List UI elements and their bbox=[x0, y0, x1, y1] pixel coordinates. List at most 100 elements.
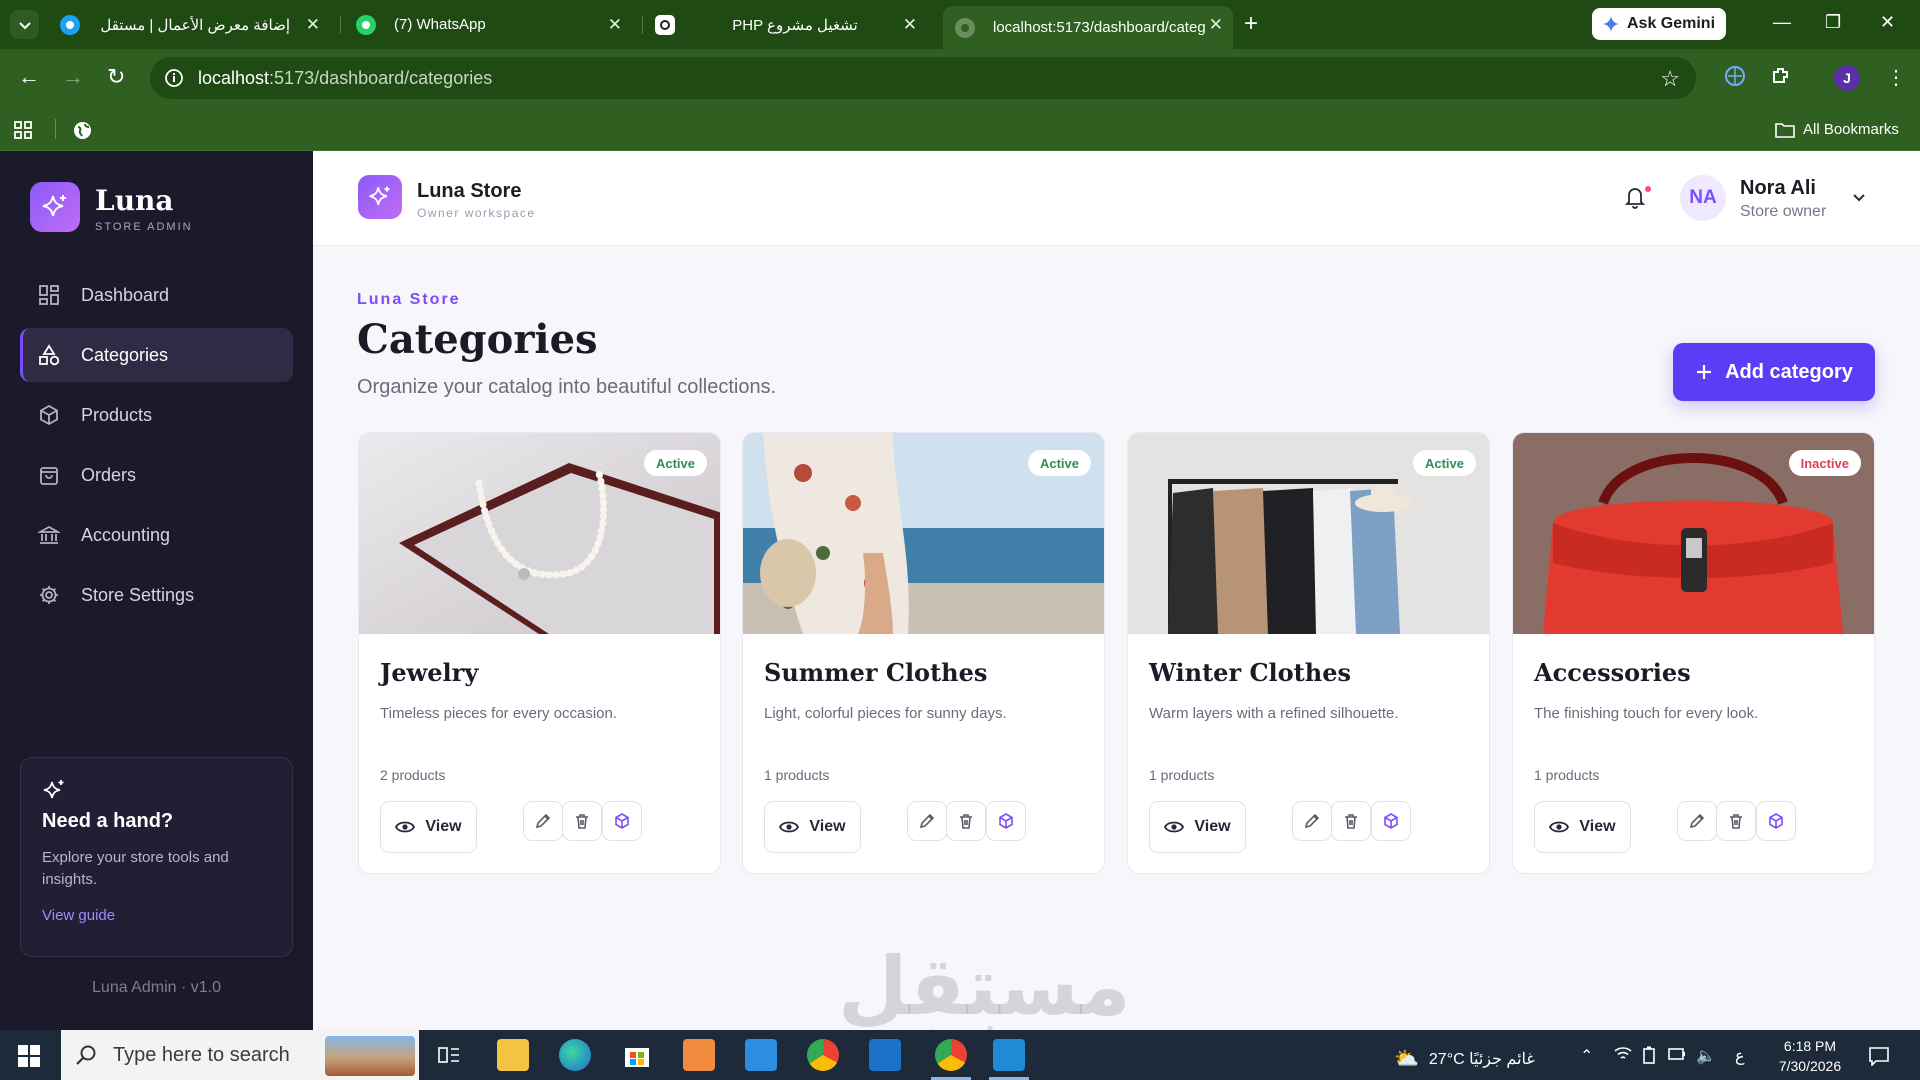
sidebar-item-label: Store Settings bbox=[81, 584, 195, 605]
browser-tab-active[interactable]: localhost:5173/dashboard/categ ✕ bbox=[943, 6, 1233, 49]
windows-start-icon[interactable] bbox=[18, 1045, 40, 1067]
puzzle-icon[interactable] bbox=[1770, 65, 1792, 87]
all-bookmarks-button[interactable]: All Bookmarks bbox=[1775, 121, 1899, 138]
edit-button[interactable] bbox=[523, 801, 563, 841]
view-button[interactable]: View bbox=[380, 801, 477, 853]
back-arrow-icon[interactable]: ← bbox=[18, 66, 40, 88]
avatar[interactable]: NA bbox=[1680, 175, 1726, 221]
clock-date: 7/30/2026 bbox=[1778, 1058, 1842, 1074]
trash-icon bbox=[576, 814, 588, 829]
more-menu-icon[interactable]: ⋮ bbox=[1886, 65, 1906, 90]
sidebar-item-orders[interactable]: Orders bbox=[20, 448, 293, 502]
wifi-icon[interactable] bbox=[1614, 1046, 1632, 1062]
chatgpt-icon bbox=[655, 14, 675, 35]
user-role: Store owner bbox=[1740, 203, 1827, 220]
sidebar-item-accounting[interactable]: Accounting bbox=[20, 508, 293, 562]
sidebar-item-dashboard[interactable]: Dashboard bbox=[20, 268, 293, 322]
store-icon[interactable] bbox=[621, 1039, 653, 1071]
task-view-icon[interactable] bbox=[433, 1039, 465, 1071]
chrome-profile-icon[interactable] bbox=[935, 1039, 967, 1071]
new-tab-button[interactable]: + bbox=[1244, 10, 1258, 38]
input-language[interactable]: ع bbox=[1735, 1046, 1745, 1066]
category-name: Accessories bbox=[1534, 658, 1691, 687]
add-category-button[interactable]: Add category bbox=[1673, 343, 1875, 401]
delete-button[interactable] bbox=[1716, 801, 1756, 841]
extension-icon[interactable] bbox=[1724, 65, 1746, 87]
delete-button[interactable] bbox=[562, 801, 602, 841]
brand-subtitle: STORE ADMIN bbox=[95, 221, 193, 233]
whatsapp-icon bbox=[356, 14, 376, 35]
search-placeholder: Type here to search bbox=[113, 1043, 290, 1066]
view-guide-link[interactable]: View guide bbox=[42, 907, 271, 924]
url-field[interactable]: localhost:5173/dashboard/categories ☆ bbox=[150, 57, 1696, 99]
view-label: View bbox=[1194, 818, 1231, 835]
taskbar: Type here to search ⛅ 27°C غائم جزئيًا ⌃… bbox=[0, 1030, 1920, 1080]
close-icon[interactable]: ✕ bbox=[1209, 15, 1223, 35]
view-button[interactable]: View bbox=[1534, 801, 1631, 853]
bell-icon[interactable] bbox=[1623, 184, 1647, 210]
edit-button[interactable] bbox=[1292, 801, 1332, 841]
taskbar-search[interactable]: Type here to search bbox=[61, 1030, 419, 1080]
sidebar-nav: Dashboard Categories Products Orders Acc… bbox=[20, 268, 293, 628]
sidebar-item-products[interactable]: Products bbox=[20, 388, 293, 442]
close-icon[interactable]: ✕ bbox=[608, 15, 622, 35]
bank-icon bbox=[37, 523, 61, 547]
apps-grid-icon[interactable] bbox=[14, 121, 32, 139]
eye-icon bbox=[1164, 821, 1185, 833]
category-description: Timeless pieces for every occasion. bbox=[380, 705, 618, 722]
category-grid: Active Jewelry Timeless pieces for every… bbox=[358, 432, 1875, 874]
category-name: Jewelry bbox=[380, 658, 479, 687]
xampp-icon[interactable] bbox=[683, 1039, 715, 1071]
products-button[interactable] bbox=[1756, 801, 1796, 841]
notifications-icon[interactable] bbox=[1868, 1046, 1890, 1066]
browser-tab[interactable]: PHP تشغيل مشروع ✕ bbox=[655, 6, 927, 43]
tab-search-button[interactable] bbox=[10, 10, 39, 39]
ask-gemini-button[interactable]: Ask Gemini bbox=[1592, 8, 1726, 40]
bookmark-star-icon[interactable]: ☆ bbox=[1660, 66, 1680, 92]
category-image: Inactive bbox=[1513, 433, 1874, 634]
close-window-icon[interactable]: ✕ bbox=[1880, 12, 1895, 33]
delete-button[interactable] bbox=[1331, 801, 1371, 841]
close-icon[interactable]: ✕ bbox=[903, 15, 917, 35]
vscode-icon[interactable] bbox=[993, 1039, 1025, 1071]
sidebar-item-categories[interactable]: Categories bbox=[20, 328, 293, 382]
speaker-icon[interactable]: 🔈 bbox=[1696, 1046, 1716, 1066]
trash-icon bbox=[960, 814, 972, 829]
browser-tab[interactable]: إضافة معرض الأعمال | مستقل ✕ bbox=[60, 6, 330, 43]
globe-icon[interactable] bbox=[73, 121, 92, 140]
weather-widget[interactable]: ⛅ 27°C غائم جزئيًا bbox=[1394, 1046, 1535, 1071]
forward-arrow-icon[interactable]: → bbox=[62, 66, 84, 88]
file-explorer-icon[interactable] bbox=[497, 1039, 529, 1071]
delete-button[interactable] bbox=[946, 801, 986, 841]
battery-icon[interactable] bbox=[1642, 1046, 1656, 1064]
reload-icon[interactable]: ↻ bbox=[107, 66, 125, 88]
mail-icon[interactable] bbox=[745, 1039, 777, 1071]
outlook-icon[interactable] bbox=[869, 1039, 901, 1071]
chrome-icon[interactable] bbox=[807, 1039, 839, 1071]
pencil-icon bbox=[1304, 813, 1320, 829]
brand-name: Luna bbox=[95, 184, 174, 217]
products-button[interactable] bbox=[1371, 801, 1411, 841]
chevron-down-icon[interactable] bbox=[1851, 189, 1867, 205]
minimize-icon[interactable]: — bbox=[1773, 12, 1791, 33]
profile-avatar[interactable]: J bbox=[1834, 65, 1860, 91]
restore-icon[interactable]: ❐ bbox=[1825, 12, 1841, 33]
user-name[interactable]: Nora Ali bbox=[1740, 177, 1816, 200]
bag-icon bbox=[37, 463, 61, 487]
chevron-up-icon[interactable]: ⌃ bbox=[1580, 1046, 1593, 1066]
view-button[interactable]: View bbox=[764, 801, 861, 853]
close-icon[interactable]: ✕ bbox=[306, 15, 320, 35]
sidebar-item-label: Categories bbox=[81, 344, 169, 365]
edit-button[interactable] bbox=[907, 801, 947, 841]
products-button[interactable] bbox=[986, 801, 1026, 841]
products-button[interactable] bbox=[602, 801, 642, 841]
sidebar-item-store-settings[interactable]: Store Settings bbox=[20, 568, 293, 622]
edit-button[interactable] bbox=[1677, 801, 1717, 841]
notification-dot bbox=[1645, 186, 1651, 192]
edge-icon[interactable] bbox=[559, 1039, 591, 1071]
browser-tab[interactable]: (7) WhatsApp ✕ bbox=[356, 6, 632, 43]
network-icon[interactable] bbox=[1668, 1046, 1686, 1062]
view-button[interactable]: View bbox=[1149, 801, 1246, 853]
gemini-icon bbox=[1602, 16, 1619, 32]
clock[interactable]: 6:18 PM 7/30/2026 bbox=[1760, 1036, 1860, 1076]
